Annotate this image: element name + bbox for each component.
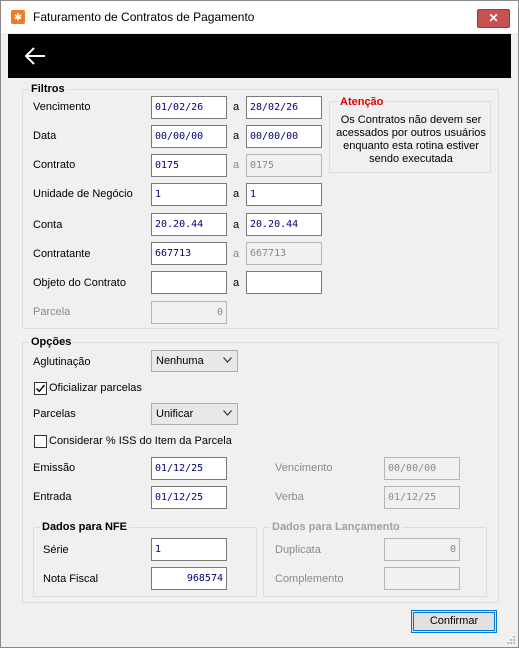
aglutinacao-value: Nenhuma: [156, 355, 204, 367]
range-separator: a: [233, 188, 240, 200]
warning-box: Atenção Os Contratos não devem ser acess…: [329, 96, 491, 173]
contrato-to-input: 0175: [246, 154, 322, 177]
serie-input[interactable]: 1: [151, 538, 227, 561]
contrato-label: Contrato: [33, 159, 76, 171]
objeto-to-input[interactable]: [246, 271, 322, 294]
contratante-to-input: 667713: [246, 242, 322, 265]
unidade-label: Unidade de Negócio: [33, 188, 133, 200]
objeto-label: Objeto do Contrato: [33, 277, 126, 289]
data-from-input[interactable]: 00/00/00: [151, 125, 227, 148]
parcelas-value: Unificar: [156, 408, 194, 420]
entrada-label: Entrada: [33, 491, 72, 503]
objeto-from-input[interactable]: [151, 271, 227, 294]
range-separator: a: [233, 277, 240, 289]
nota-fiscal-label: Nota Fiscal: [43, 573, 99, 585]
range-separator: a: [233, 248, 240, 260]
oficializar-label[interactable]: Oficializar parcelas: [49, 382, 142, 394]
entrada-input[interactable]: 01/12/25: [151, 486, 227, 509]
range-separator: a: [233, 101, 240, 113]
parcela-label: Parcela: [33, 306, 71, 318]
lancamento-legend: Dados para Lançamento: [272, 521, 400, 533]
vencimento-to-input[interactable]: 28/02/26: [246, 96, 322, 119]
emissao-label: Emissão: [33, 462, 76, 474]
dialog-window: ✱ Faturamento de Contratos de Pagamento …: [0, 0, 519, 648]
aglutinacao-select[interactable]: Nenhuma: [151, 350, 238, 372]
warning-title: Atenção: [338, 96, 386, 108]
contratante-label: Contratante: [33, 248, 91, 260]
parcelas-label: Parcelas: [33, 408, 76, 420]
back-arrow-icon[interactable]: [23, 44, 47, 68]
unidade-to-input[interactable]: 1: [246, 183, 322, 206]
vencimento-opcoes-input: 00/00/00: [384, 457, 460, 480]
duplicata-input: 0: [384, 538, 460, 561]
verba-input: 01/12/25: [384, 486, 460, 509]
nfe-legend: Dados para NFE: [42, 521, 127, 533]
duplicata-label: Duplicata: [275, 544, 321, 556]
contrato-from-input[interactable]: 0175: [151, 154, 227, 177]
emissao-input[interactable]: 01/12/25: [151, 457, 227, 480]
filtros-legend: Filtros: [31, 83, 65, 95]
range-separator: a: [233, 219, 240, 231]
serie-label: Série: [43, 544, 69, 556]
conta-to-input[interactable]: 20.20.44: [246, 213, 322, 236]
oficializar-checkbox[interactable]: [34, 382, 47, 395]
vencimento-opcoes-label: Vencimento: [275, 462, 333, 474]
considerar-iss-label[interactable]: Considerar % ISS do Item da Parcela: [49, 435, 232, 447]
parcelas-select[interactable]: Unificar: [151, 403, 238, 425]
resize-grip-icon[interactable]: [506, 635, 516, 645]
unidade-from-input[interactable]: 1: [151, 183, 227, 206]
chevron-down-icon: [223, 410, 232, 416]
complemento-input: [384, 567, 460, 590]
range-separator: a: [233, 159, 240, 171]
warning-text: Os Contratos não devem ser acessados por…: [336, 114, 486, 165]
conta-label: Conta: [33, 219, 63, 231]
nota-fiscal-input[interactable]: 968574: [151, 567, 227, 590]
contratante-from-input[interactable]: 667713: [151, 242, 227, 265]
parcela-input: 0: [151, 301, 227, 324]
conta-from-input[interactable]: 20.20.44: [151, 213, 227, 236]
opcoes-legend: Opções: [31, 336, 72, 348]
data-label: Data: [33, 130, 57, 142]
close-button[interactable]: ✕: [477, 9, 510, 28]
complemento-label: Complemento: [275, 573, 344, 585]
confirm-button[interactable]: Confirmar: [411, 610, 497, 633]
considerar-iss-checkbox[interactable]: [34, 435, 47, 448]
checkmark-icon: [36, 384, 46, 393]
range-separator: a: [233, 130, 240, 142]
data-to-input[interactable]: 00/00/00: [246, 125, 322, 148]
vencimento-label: Vencimento: [33, 101, 91, 113]
title-bar: ✱ Faturamento de Contratos de Pagamento …: [1, 1, 518, 33]
vencimento-from-input[interactable]: 01/02/26: [151, 96, 227, 119]
chevron-down-icon: [223, 357, 232, 363]
app-icon: ✱: [11, 10, 25, 24]
window-title: Faturamento de Contratos de Pagamento: [33, 10, 255, 24]
verba-label: Verba: [275, 491, 304, 503]
aglutinacao-label: Aglutinação: [33, 356, 91, 368]
toolbar: [8, 34, 511, 78]
